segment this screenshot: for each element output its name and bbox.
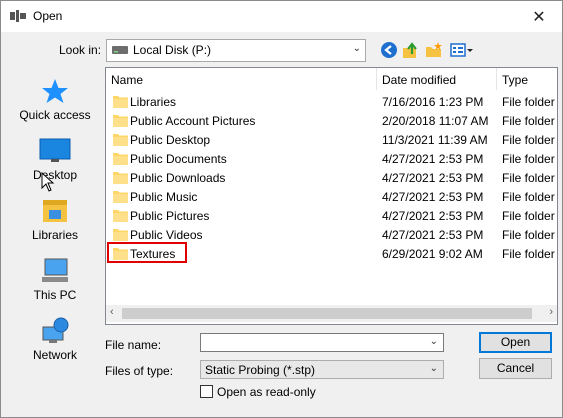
file-name: Libraries: [130, 95, 177, 109]
look-in-dropdown[interactable]: Local Disk (P:) ⌄: [106, 39, 366, 62]
folder-icon: [113, 153, 128, 165]
file-name-field[interactable]: ⌄: [200, 333, 444, 352]
chevron-down-icon[interactable]: ⌄: [430, 336, 438, 347]
up-folder-icon[interactable]: [402, 41, 420, 59]
horizontal-scrollbar[interactable]: ‹ ›: [106, 305, 557, 322]
desktop-icon: [39, 138, 71, 162]
open-button[interactable]: Open: [479, 332, 552, 353]
place-this-pc[interactable]: This PC: [11, 257, 99, 302]
sort-up-icon: ⌃: [234, 67, 243, 75]
place-quick-access[interactable]: Quick access: [11, 77, 99, 122]
place-label: Desktop: [32, 168, 78, 182]
file-name-input[interactable]: [204, 335, 418, 352]
place-libraries[interactable]: Libraries: [11, 197, 99, 242]
file-type: File folder: [502, 228, 555, 242]
folder-icon: [113, 96, 128, 108]
files-of-type-value: Static Probing (*.stp): [205, 363, 316, 377]
file-type: File folder: [502, 190, 555, 204]
back-icon[interactable]: [380, 41, 398, 59]
file-date-modified: 7/16/2016 1:23 PM: [382, 95, 484, 109]
file-date-modified: 4/27/2021 2:53 PM: [382, 190, 484, 204]
file-list[interactable]: ⌃ Name Date modified Type Libraries 7/16/…: [105, 67, 558, 325]
file-name: Public Desktop: [130, 133, 211, 147]
folder-icon: [113, 172, 128, 184]
close-icon: ✕: [532, 8, 546, 26]
star-icon: [42, 79, 68, 103]
folder-icon: [113, 210, 128, 222]
file-date-modified: 2/20/2018 11:07 AM: [382, 114, 489, 128]
files-of-type-dropdown[interactable]: Static Probing (*.stp) ⌄: [200, 360, 444, 379]
column-type[interactable]: Type: [502, 73, 528, 87]
libraries-icon: [43, 200, 67, 222]
file-row[interactable]: Public Downloads 4/27/2021 2:53 PM File fo…: [106, 169, 557, 188]
file-name: Public Videos: [130, 228, 203, 242]
chevron-down-icon: ⌄: [352, 43, 361, 54]
file-type: File folder: [502, 171, 555, 185]
file-row[interactable]: Public Music 4/27/2021 2:53 PM File folder: [106, 188, 557, 207]
file-type: File folder: [502, 133, 555, 147]
scrollbar-thumb[interactable]: [122, 308, 532, 319]
file-type: File folder: [502, 209, 555, 223]
file-name: Public Documents: [130, 152, 227, 166]
open-dialog: Open ✕ Look in: Local Disk (P:) ⌄ Quick …: [0, 0, 563, 418]
column-date-modified[interactable]: Date modified: [382, 73, 456, 87]
file-date-modified: 4/27/2021 2:53 PM: [382, 228, 484, 242]
folder-icon: [113, 134, 128, 146]
network-icon: [42, 317, 69, 343]
column-divider: [496, 68, 497, 90]
view-menu-icon[interactable]: [450, 41, 474, 59]
look-in-label: Look in:: [59, 43, 102, 57]
file-type: File folder: [502, 95, 555, 109]
file-row[interactable]: Public Account Pictures 2/20/2018 11:07 A…: [106, 112, 557, 131]
column-divider: [376, 68, 377, 90]
file-name: Public Pictures: [130, 209, 210, 223]
file-name: Public Music: [130, 190, 198, 204]
place-label: Network: [32, 348, 77, 362]
scroll-left-icon[interactable]: ‹: [110, 306, 114, 318]
place-network[interactable]: Network: [11, 317, 99, 362]
files-of-type-label: Files of type:: [105, 364, 174, 378]
place-label: This PC: [33, 288, 77, 302]
title-bar: Open ✕: [1, 1, 562, 32]
computer-icon: [42, 258, 68, 282]
file-name-label: File name:: [105, 338, 162, 352]
read-only-checkbox[interactable]: [200, 385, 213, 398]
file-row[interactable]: Libraries 7/16/2016 1:23 PM File folder: [106, 93, 557, 112]
folder-icon: [113, 115, 128, 127]
scroll-right-icon[interactable]: ›: [549, 306, 553, 318]
file-name: Public Account Pictures: [130, 114, 256, 128]
file-date-modified: 11/3/2021 11:39 AM: [382, 133, 488, 147]
file-name: Public Downloads: [130, 171, 226, 185]
drive-icon: [112, 46, 128, 54]
column-name[interactable]: Name: [111, 73, 143, 87]
chevron-down-icon: ⌄: [429, 363, 438, 374]
file-row[interactable]: Public Documents 4/27/2021 2:53 PM File fo…: [106, 150, 557, 169]
highlight-box: [107, 242, 187, 263]
mouse-cursor-icon: [41, 172, 55, 192]
file-date-modified: 4/27/2021 2:53 PM: [382, 171, 484, 185]
close-button[interactable]: ✕: [516, 1, 562, 32]
app-icon: [10, 10, 26, 22]
look-in-value: Local Disk (P:): [133, 43, 212, 57]
window-title: Open: [33, 9, 63, 23]
file-row[interactable]: Public Pictures 4/27/2021 2:53 PM File fol…: [106, 207, 557, 226]
file-row[interactable]: Public Desktop 11/3/2021 11:39 AM File fol…: [106, 131, 557, 150]
file-date-modified: 4/27/2021 2:53 PM: [382, 152, 484, 166]
folder-icon: [113, 191, 128, 203]
file-type: File folder: [502, 152, 555, 166]
place-label: Libraries: [31, 228, 79, 242]
file-date-modified: 4/27/2021 2:53 PM: [382, 209, 484, 223]
file-type: File folder: [502, 114, 555, 128]
folder-icon: [113, 229, 128, 241]
file-type: File folder: [502, 247, 555, 261]
places-bar: Quick access Desktop Libraries This PC N…: [11, 67, 99, 377]
place-label: Quick access: [19, 108, 91, 122]
column-header: ⌃ Name Date modified Type: [106, 68, 557, 92]
new-folder-icon[interactable]: [425, 41, 443, 59]
cancel-button[interactable]: Cancel: [479, 358, 552, 379]
file-date-modified: 6/29/2021 9:02 AM: [382, 247, 483, 261]
place-desktop[interactable]: Desktop: [11, 137, 99, 182]
read-only-label[interactable]: Open as read-only: [217, 385, 316, 399]
